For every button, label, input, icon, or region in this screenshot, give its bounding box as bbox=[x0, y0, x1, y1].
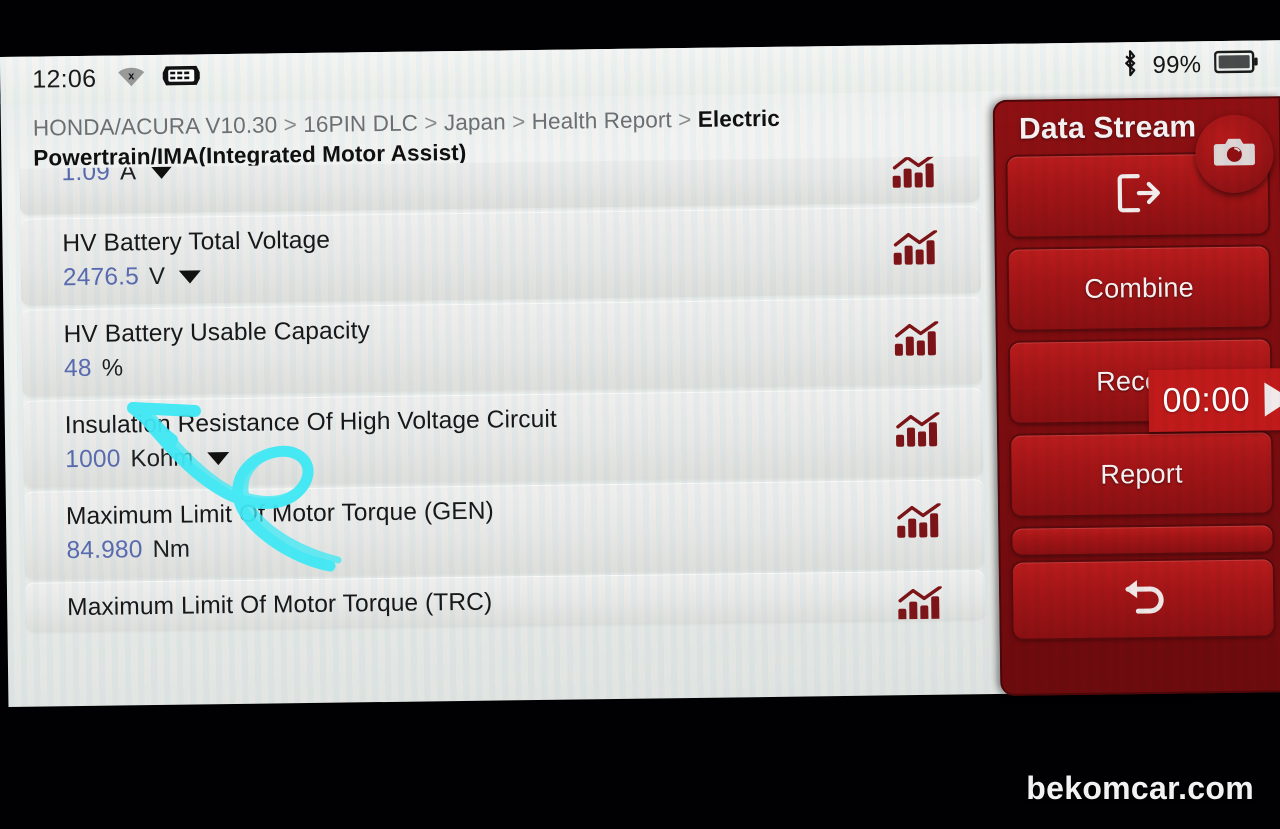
bar-chart-icon[interactable] bbox=[894, 320, 941, 363]
watermark: bekomcar.com bbox=[1026, 770, 1254, 806]
row-value: 84.980 bbox=[66, 536, 143, 565]
table-row[interactable]: HV Battery Total Voltage 2476.5 V bbox=[20, 206, 982, 306]
breadcrumb-separator: > bbox=[678, 106, 692, 133]
battery-full-icon bbox=[1213, 50, 1258, 80]
breadcrumb-separator: > bbox=[283, 112, 298, 138]
breadcrumb-item-1[interactable]: 16PIN DLC bbox=[303, 111, 418, 137]
partial-button[interactable] bbox=[1012, 525, 1273, 555]
row-value: 2476.5 bbox=[62, 263, 140, 292]
breadcrumb-item-3[interactable]: Health Report bbox=[532, 107, 672, 134]
report-button-label: Report bbox=[1100, 458, 1183, 490]
data-stream-list[interactable]: 1.09 A HV Battery Total Voltage 2476.5 V… bbox=[19, 156, 986, 705]
chevron-down-icon[interactable] bbox=[207, 451, 230, 465]
row-unit: V bbox=[148, 262, 166, 291]
row-unit: Nm bbox=[152, 535, 191, 564]
tablet-screen: 12:06 x 99% HONDA/ACURA V10.30 > 16PIN D… bbox=[0, 40, 1280, 707]
bar-chart-icon[interactable] bbox=[892, 229, 939, 272]
back-button[interactable] bbox=[1012, 559, 1274, 639]
camera-icon bbox=[1213, 134, 1256, 174]
report-button[interactable]: Report bbox=[1011, 432, 1273, 516]
table-row[interactable]: HV Battery Usable Capacity 48 % bbox=[21, 297, 983, 397]
play-icon[interactable] bbox=[1263, 382, 1280, 417]
row-label: Maximum Limit Of Motor Torque (TRC) bbox=[67, 588, 493, 622]
bar-chart-icon[interactable] bbox=[895, 411, 942, 454]
status-bar: 12:06 x 99% bbox=[0, 40, 1280, 104]
table-row[interactable]: Insulation Resistance Of High Voltage Ci… bbox=[22, 388, 984, 488]
bar-chart-icon[interactable] bbox=[891, 156, 938, 195]
breadcrumb-separator: > bbox=[511, 109, 526, 135]
photographed-tablet-screenshot: 12:06 x 99% HONDA/ACURA V10.30 > 16PIN D… bbox=[0, 0, 1280, 829]
chevron-down-icon[interactable] bbox=[178, 269, 202, 284]
back-arrow-icon bbox=[1114, 574, 1173, 624]
record-timer-value: 00:00 bbox=[1162, 380, 1251, 420]
breadcrumb-item-0[interactable]: HONDA/ACURA V10.30 bbox=[33, 112, 278, 140]
status-bar-clock: 12:06 bbox=[32, 64, 97, 94]
wifi-off-icon: x bbox=[116, 65, 146, 92]
combine-button[interactable]: Combine bbox=[1008, 246, 1270, 330]
exit-icon bbox=[1114, 170, 1163, 220]
breadcrumb-separator: > bbox=[424, 110, 438, 136]
record-timer-overlay[interactable]: 00:00 bbox=[1148, 367, 1280, 432]
bluetooth-icon bbox=[1121, 49, 1139, 82]
combine-button-label: Combine bbox=[1084, 271, 1195, 304]
bar-chart-icon[interactable] bbox=[896, 502, 943, 545]
obd-connector-icon bbox=[162, 63, 200, 92]
battery-percent-label: 99% bbox=[1152, 50, 1202, 79]
data-stream-side-panel: Data Stream Combine Record Report 00:00 bbox=[992, 96, 1280, 696]
row-unit: Kohm bbox=[130, 444, 194, 473]
chevron-down-icon[interactable] bbox=[149, 165, 173, 179]
bar-chart-icon[interactable] bbox=[897, 585, 944, 628]
row-value: 48 bbox=[63, 354, 92, 383]
svg-text:x: x bbox=[128, 70, 135, 82]
breadcrumb-item-2[interactable]: Japan bbox=[444, 109, 506, 135]
row-value: 1000 bbox=[65, 445, 121, 474]
table-row[interactable]: Maximum Limit Of Motor Torque (TRC) bbox=[24, 570, 986, 631]
table-row[interactable]: Maximum Limit Of Motor Torque (GEN) 84.9… bbox=[23, 479, 985, 579]
row-unit: % bbox=[101, 354, 124, 382]
